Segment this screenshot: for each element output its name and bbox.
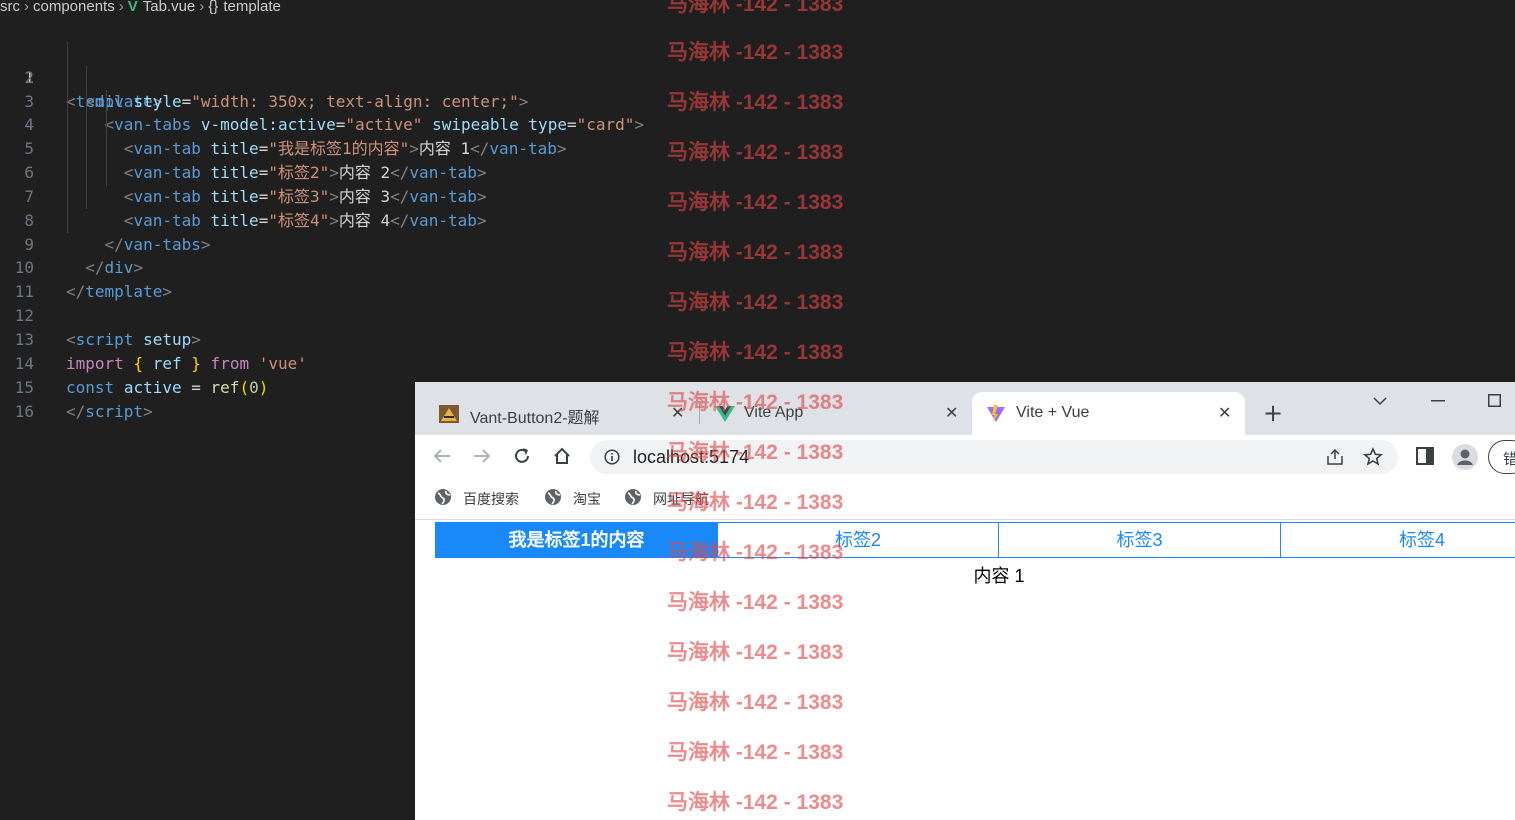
browser-toolbar: localhost:5174 错 — [415, 435, 1515, 478]
code-line[interactable]: 3 <van-tabs v-model:active="active" swip… — [0, 66, 644, 135]
breadcrumb-file[interactable]: Tab.vue — [143, 0, 196, 14]
tab-title: Vite + Vue — [1016, 404, 1090, 421]
close-icon[interactable]: ✕ — [945, 403, 958, 423]
van-tab-1[interactable]: 我是标签1的内容 — [435, 522, 718, 558]
profile-chip[interactable]: 错 — [1488, 440, 1515, 474]
bookmarks-bar: 百度搜索 淘宝 网址导航 — [415, 478, 1515, 520]
code-text: <van-tab title="标签3">内容 3</van-tab> — [123, 186, 487, 206]
code-line[interactable]: 8 </van-tabs> — [0, 185, 210, 254]
chevron-right-icon: › — [118, 0, 124, 15]
code-line[interactable]: 12 <script setup> — [0, 280, 201, 349]
van-tab-content: 内容 1 — [973, 566, 1025, 586]
browser-tab-strip: Vant-Button2-题解 ✕ Vite App ✕ Vite + Vue … — [415, 382, 1515, 435]
code-line[interactable]: 16 — [0, 376, 58, 421]
info-icon[interactable] — [604, 449, 620, 465]
code-line[interactable]: 6 <van-tab title="标签3">内容 3</van-tab> — [0, 137, 486, 206]
address-bar[interactable]: localhost:5174 — [590, 440, 1398, 474]
tiger-favicon-icon — [439, 405, 459, 423]
vue-favicon-icon — [715, 406, 735, 422]
breadcrumb-components[interactable]: components — [33, 0, 115, 14]
line-number: 16 — [14, 401, 34, 421]
share-icon[interactable] — [1325, 448, 1345, 466]
code-text: <van-tabs v-model:active="active" swipea… — [104, 115, 645, 135]
browser-tab-vite-app[interactable]: Vite App ✕ — [700, 392, 970, 435]
tab-search-chevron-icon[interactable] — [1373, 396, 1387, 406]
globe-icon — [545, 489, 561, 505]
maximize-icon[interactable] — [1488, 394, 1501, 407]
minimize-icon[interactable] — [1431, 400, 1445, 402]
code-text: </template> — [66, 282, 172, 302]
chevron-right-icon: › — [199, 0, 205, 15]
code-line[interactable]: 15 </script> — [0, 352, 153, 421]
code-line[interactable]: 7 <van-tab title="标签4">内容 4</van-tab> — [0, 161, 486, 230]
code-line[interactable]: 14 const active = ref(0) — [0, 328, 269, 397]
code-line[interactable]: 11 — [0, 256, 58, 301]
browser-tab-vite-vue[interactable]: Vite + Vue ✕ — [972, 392, 1245, 435]
van-tab-3[interactable]: 标签3 — [999, 522, 1281, 558]
code-line[interactable]: 13 import { ref } from 'vue' — [0, 304, 307, 373]
code-text: <van-tab title="我是标签1的内容">内容 1</van-tab> — [123, 139, 567, 159]
code-text: </div> — [85, 258, 144, 278]
van-tabs-card: 我是标签1的内容 标签2 标签3 标签4 — [435, 522, 1515, 558]
breadcrumb-src[interactable]: src — [0, 0, 20, 14]
close-icon[interactable]: ✕ — [1218, 403, 1231, 423]
code-text: <script setup> — [66, 329, 201, 349]
forward-arrow-icon[interactable] — [472, 446, 492, 466]
tab-title: Vite App — [744, 404, 804, 421]
bookmark-label: 网址导航 — [653, 491, 709, 507]
van-tab-4[interactable]: 标签4 — [1281, 522, 1515, 558]
braces-icon: {} — [208, 0, 219, 15]
code-line[interactable]: 9 </div> — [0, 209, 143, 278]
star-icon[interactable] — [1363, 447, 1383, 467]
code-line[interactable]: 4 <van-tab title="我是标签1的内容">内容 1</van-ta… — [0, 90, 566, 158]
browser-window[interactable]: Vant-Button2-题解 ✕ Vite App ✕ Vite + Vue … — [415, 382, 1515, 820]
code-text: </script> — [66, 401, 153, 421]
van-tab-2[interactable]: 标签2 — [718, 522, 999, 558]
code-line[interactable]: 2 <div style="width: 350x; text-align: c… — [0, 42, 528, 111]
breadcrumb-symbol[interactable]: template — [223, 0, 281, 14]
bookmark-label: 百度搜索 — [463, 491, 519, 507]
bookmark-label: 淘宝 — [573, 491, 601, 507]
home-icon[interactable] — [552, 446, 572, 466]
code-text: <van-tab title="标签2">内容 2</van-tab> — [123, 163, 487, 183]
code-line[interactable]: 5 <van-tab title="标签2">内容 2</van-tab> — [0, 113, 486, 182]
side-panel-icon[interactable] — [1416, 447, 1434, 465]
browser-tab-vant[interactable]: Vant-Button2-题解 ✕ — [415, 392, 700, 435]
code-text: </van-tabs> — [104, 234, 211, 254]
url-text: localhost:5174 — [633, 447, 750, 467]
indent-guide — [67, 42, 68, 233]
code-text: import { ref } from 'vue' — [66, 353, 307, 373]
globe-icon — [435, 489, 451, 505]
code-text: const active = ref(0) — [66, 377, 269, 397]
indent-guide — [106, 90, 107, 186]
code-line[interactable]: 10 </template> — [0, 233, 172, 301]
code-area[interactable]: 1 <template> 2 <div style="width: 350x; … — [0, 18, 644, 421]
profile-avatar-icon[interactable] — [1451, 443, 1479, 471]
code-text: <van-tab title="标签4">内容 4</van-tab> — [123, 210, 487, 230]
globe-icon — [625, 489, 641, 505]
new-tab-button[interactable]: + — [1263, 401, 1283, 425]
vue-file-icon: V — [127, 0, 138, 15]
breadcrumb: src › components › V Tab.vue ›{} template — [0, 0, 1515, 16]
tab-title: Vant-Button2-题解 — [470, 410, 600, 427]
chevron-right-icon: › — [24, 0, 29, 15]
profile-chip-label: 错 — [1503, 448, 1515, 469]
code-line[interactable]: 1 <template> — [0, 18, 162, 111]
vite-favicon-icon — [987, 405, 1005, 422]
code-text: <div style="width: 350x; text-align: cen… — [85, 91, 529, 111]
close-icon[interactable]: ✕ — [671, 403, 684, 423]
reload-icon[interactable] — [512, 446, 532, 466]
back-arrow-icon[interactable] — [432, 446, 452, 466]
indent-guide — [86, 66, 87, 209]
